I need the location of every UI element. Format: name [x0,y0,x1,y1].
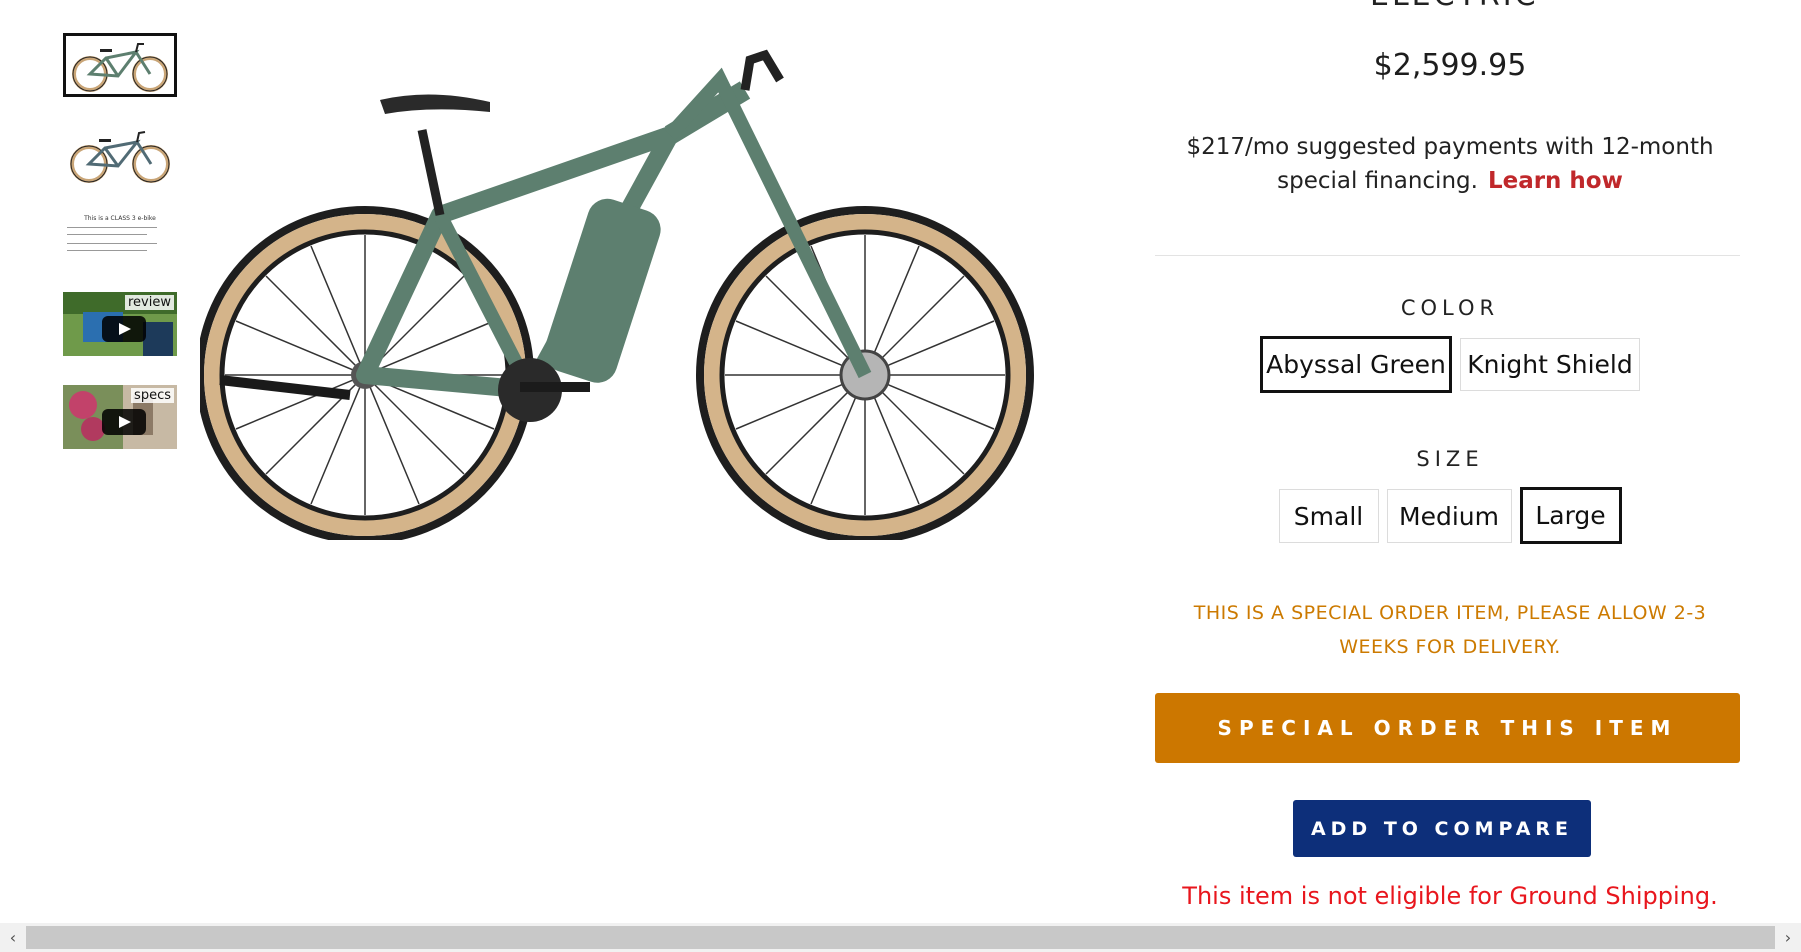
section-divider [1155,255,1740,256]
main-bike-image [200,49,1034,540]
video-label-review: review [125,295,174,310]
color-options: Abyssal Green Knight Shield [1155,336,1745,393]
thumbnail-bike-side[interactable] [63,33,177,97]
product-price: $2,599.95 [1373,48,1527,83]
learn-how-link[interactable]: Learn how [1488,168,1623,194]
thumbnail-class-info[interactable]: This is a CLASS 3 e-bike [63,211,177,275]
scroll-left-icon[interactable]: ‹ [0,923,26,952]
size-option-medium[interactable]: Medium [1386,489,1512,543]
scrollbar-thumb[interactable] [26,926,1775,949]
financing-text: $217/mo suggested payments with 12-month… [1186,134,1714,194]
thumbnail-bike-angle[interactable] [63,124,177,188]
add-to-compare-button[interactable]: ADD TO COMPARE [1293,800,1591,857]
color-option-knight-shield[interactable]: Knight Shield [1460,338,1640,391]
horizontal-scrollbar[interactable]: ‹ › [0,923,1801,952]
video-label-specs: specs [131,388,174,403]
bike-thumbnail-image [72,43,168,92]
special-order-button[interactable]: SPECIAL ORDER THIS ITEM [1155,693,1740,763]
class-info-title: This is a CLASS 3 e-bike [84,215,156,222]
color-option-abyssal-green[interactable]: Abyssal Green [1260,336,1452,393]
shipping-ineligible-note: This item is not eligible for Ground Shi… [1182,882,1718,910]
play-icon[interactable] [102,409,146,435]
size-label: SIZE [1416,447,1484,471]
scroll-right-icon[interactable]: › [1775,923,1801,952]
thumbnail-video-specs[interactable]: specs [63,385,177,449]
bike-angle-thumbnail-image [70,131,170,183]
size-option-small[interactable]: Small [1278,489,1379,543]
play-icon[interactable] [102,316,146,342]
product-title-partial: ELECTRIC [1370,0,1539,13]
special-order-note: THIS IS A SPECIAL ORDER ITEM, PLEASE ALL… [1193,602,1707,658]
thumbnail-video-review[interactable]: review [63,292,177,356]
color-label: COLOR [1400,296,1500,320]
financing-info: $217/mo suggested payments with 12-month… [1155,130,1745,198]
size-option-large[interactable]: Large [1519,487,1622,544]
size-options: Small Medium Large [1155,487,1745,544]
